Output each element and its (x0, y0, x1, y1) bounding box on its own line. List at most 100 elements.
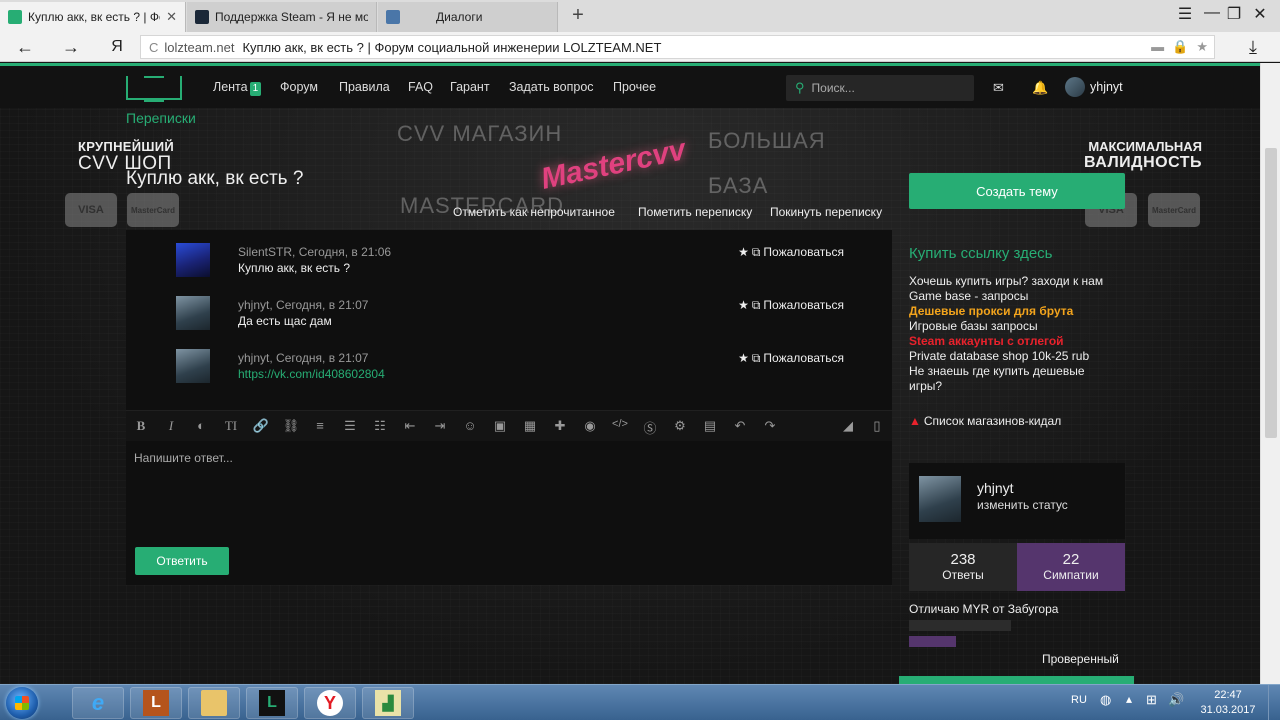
show-desktop-button[interactable] (1268, 685, 1280, 720)
nav-ask-question[interactable]: Задать вопрос (509, 80, 594, 94)
star-icon[interactable]: ★ (738, 298, 749, 312)
close-window-icon[interactable]: ✕ (1248, 4, 1272, 24)
report-link[interactable]: Пожаловаться (763, 298, 844, 312)
code-icon[interactable]: </> (611, 418, 629, 430)
network-icon[interactable]: ⊞ (1146, 692, 1157, 708)
message-time[interactable]: Сегодня, в 21:06 (299, 245, 391, 259)
nav-faq[interactable]: FAQ (408, 80, 433, 94)
lzt-logo[interactable] (126, 76, 182, 102)
contrast-icon[interactable]: ◐ (192, 418, 210, 433)
text-size-icon[interactable]: TI (222, 418, 240, 434)
taskbar-ie[interactable]: e (72, 687, 124, 719)
lock-icon[interactable]: 🔒 (1172, 39, 1188, 55)
tab-steam-support[interactable]: Поддержка Steam - Я не мо (187, 2, 377, 32)
align-icon[interactable]: ≡ (311, 418, 329, 433)
bullet-list-icon[interactable]: ☰ (341, 418, 359, 434)
tray-arrow-icon[interactable]: ▴ (1126, 692, 1132, 706)
user-avatar[interactable] (1065, 77, 1085, 97)
user-name[interactable]: yhjnyt (1090, 80, 1123, 94)
nav-rules[interactable]: Правила (339, 80, 390, 94)
outdent-icon[interactable]: ⇤ (401, 418, 419, 434)
profile-name[interactable]: yhjnyt (977, 480, 1014, 496)
menu-hamburger-icon[interactable]: ☰ (1173, 4, 1197, 24)
copy-icon[interactable]: ⧉ (752, 351, 761, 365)
forward-arrow-icon[interactable]: → (60, 36, 82, 58)
system-clock[interactable]: 22:47 31.03.2017 (1198, 688, 1258, 718)
tray-app-icon[interactable]: ◍ (1100, 692, 1111, 708)
message-author[interactable]: yhjnyt (238, 298, 269, 312)
language-indicator[interactable]: RU (1071, 694, 1087, 706)
message-author[interactable]: yhjnyt (238, 351, 269, 365)
profile-avatar[interactable] (919, 476, 961, 522)
taskbar-lolzteam[interactable]: L (246, 687, 298, 719)
source-icon[interactable]: ▯ (868, 418, 886, 434)
numbered-list-icon[interactable]: ☷ (371, 418, 389, 434)
ad-link[interactable]: Steam аккаунты с отлегой (909, 334, 1129, 349)
nav-guarantor[interactable]: Гарант (450, 80, 490, 94)
create-topic-button[interactable]: Создать тему (909, 173, 1125, 209)
report-link[interactable]: Пожаловаться (763, 245, 844, 259)
media-icon[interactable]: ▦ (521, 418, 539, 434)
scam-list-link[interactable]: ▲ Список магазинов-кидал (909, 414, 1061, 428)
bookmark-star-icon[interactable]: ★ (1196, 39, 1208, 55)
messages-envelope-icon[interactable]: ✉ (993, 80, 1004, 96)
eraser-icon[interactable]: ◢ (839, 418, 857, 434)
save-icon[interactable]: ▤ (701, 418, 719, 434)
reply-textarea[interactable] (126, 443, 892, 543)
nav-other[interactable]: Прочее (613, 80, 656, 94)
taskbar-notepad[interactable]: ▟ (362, 687, 414, 719)
translate-icon[interactable]: ▬ (1151, 39, 1164, 55)
download-icon[interactable]: ⤓ (1242, 36, 1264, 58)
star-icon[interactable]: ★ (738, 245, 749, 259)
connection-icon[interactable]: C (149, 40, 158, 55)
copy-icon[interactable]: ⧉ (752, 245, 761, 259)
answers-stat[interactable]: 238 Ответы (909, 543, 1017, 591)
ad-title-link[interactable]: Купить ссылку здесь (909, 245, 1052, 262)
page-scrollbar[interactable] (1260, 63, 1280, 684)
tab-close-icon[interactable]: ✕ (166, 9, 177, 25)
message-link[interactable]: https://vk.com/id408602804 (238, 367, 385, 381)
ad-link[interactable]: Game base - запросы (909, 289, 1129, 304)
tab-dialogs[interactable]: Диалоги (378, 2, 558, 32)
message-avatar[interactable] (176, 243, 210, 277)
breadcrumb[interactable]: Переписки (126, 110, 196, 126)
yandex-button[interactable]: Я (106, 36, 128, 58)
indent-icon[interactable]: ⇥ (431, 418, 449, 434)
star-icon[interactable]: ★ (738, 351, 749, 365)
nav-feed[interactable]: Лента 1 (213, 80, 262, 96)
plus-icon[interactable]: ✚ (551, 418, 569, 434)
minimize-icon[interactable]: — (1200, 4, 1224, 22)
back-arrow-icon[interactable]: ← (14, 36, 36, 58)
search-input[interactable] (811, 81, 962, 95)
message-avatar[interactable] (176, 349, 210, 383)
link-icon[interactable]: 🔗 (252, 418, 270, 434)
undo-icon[interactable]: ↶ (731, 418, 749, 434)
message-author[interactable]: SilentSTR (238, 245, 292, 259)
italic-icon[interactable]: I (162, 418, 180, 434)
smiley-icon[interactable]: ☺ (461, 418, 479, 433)
nav-forum[interactable]: Форум (280, 80, 318, 94)
volume-icon[interactable]: 🔊 (1168, 692, 1184, 708)
message-time[interactable]: Сегодня, в 21:07 (276, 351, 368, 365)
image-icon[interactable]: ▣ (491, 418, 509, 434)
restore-icon[interactable]: ❐ (1222, 4, 1246, 24)
scrollbar-thumb[interactable] (1265, 148, 1277, 438)
ad-link[interactable]: Хочешь купить игры? заходи к нам (909, 274, 1129, 289)
steam-icon[interactable]: ⚙ (671, 418, 689, 434)
ad-link[interactable]: Не знаешь где купить дешевые игры? (909, 364, 1099, 394)
copy-icon[interactable]: ⧉ (752, 298, 761, 312)
hide-icon[interactable]: ◉ (581, 418, 599, 434)
mark-unread-link[interactable]: Отметить как непрочитанное (453, 205, 615, 219)
url-field[interactable]: C lolzteam.net Куплю акк, вк есть ? | Фо… (140, 35, 1215, 59)
message-avatar[interactable] (176, 296, 210, 330)
message-time[interactable]: Сегодня, в 21:07 (276, 298, 368, 312)
mark-conversation-link[interactable]: Пометить переписку (638, 205, 752, 219)
unlink-icon[interactable]: ⛓ (282, 418, 300, 434)
taskbar-explorer[interactable] (188, 687, 240, 719)
leave-conversation-link[interactable]: Покинуть переписку (770, 205, 882, 219)
banner-right-promo[interactable]: МАКСИМАЛЬНАЯ ВАЛИДНОСТЬ (1084, 139, 1202, 172)
report-link[interactable]: Пожаловаться (763, 351, 844, 365)
skype-icon[interactable]: Ⓢ (641, 418, 659, 437)
tab-current[interactable]: Куплю акк, вк есть ? | Фо ✕ (0, 2, 186, 32)
change-status-link[interactable]: изменить статус (977, 498, 1068, 512)
